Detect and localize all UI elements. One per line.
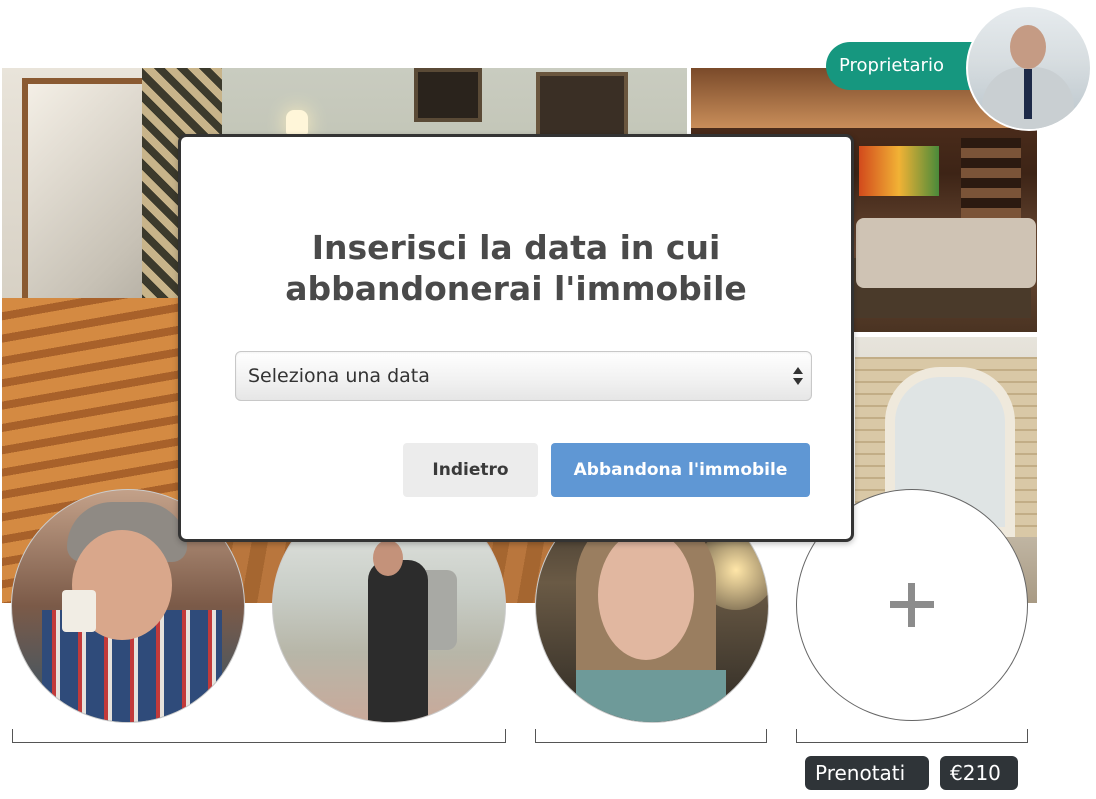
date-select-value: Seleziona una data — [248, 365, 430, 387]
group-bracket-2 — [535, 729, 767, 743]
price-badge: €210 — [940, 756, 1018, 790]
dialog-title-line-2: abbandonerai l'immobile — [285, 269, 747, 308]
back-button[interactable]: Indietro — [403, 443, 538, 497]
group-bracket-3 — [796, 729, 1028, 743]
dialog-title-line-1: Inserisci la data in cui — [311, 228, 721, 267]
booked-badge: Prenotati — [805, 756, 929, 790]
group-bracket-1 — [12, 729, 506, 743]
plus-icon — [890, 583, 934, 627]
sort-arrows-icon — [793, 367, 803, 387]
dialog-title: Inserisci la data in cui abbandonerai l'… — [181, 227, 851, 309]
leave-property-button[interactable]: Abbandona l'immobile — [551, 443, 810, 497]
date-select[interactable]: Seleziona una data — [235, 351, 812, 401]
owner-avatar[interactable] — [966, 5, 1092, 131]
leave-date-dialog: Inserisci la data in cui abbandonerai l'… — [178, 134, 854, 542]
